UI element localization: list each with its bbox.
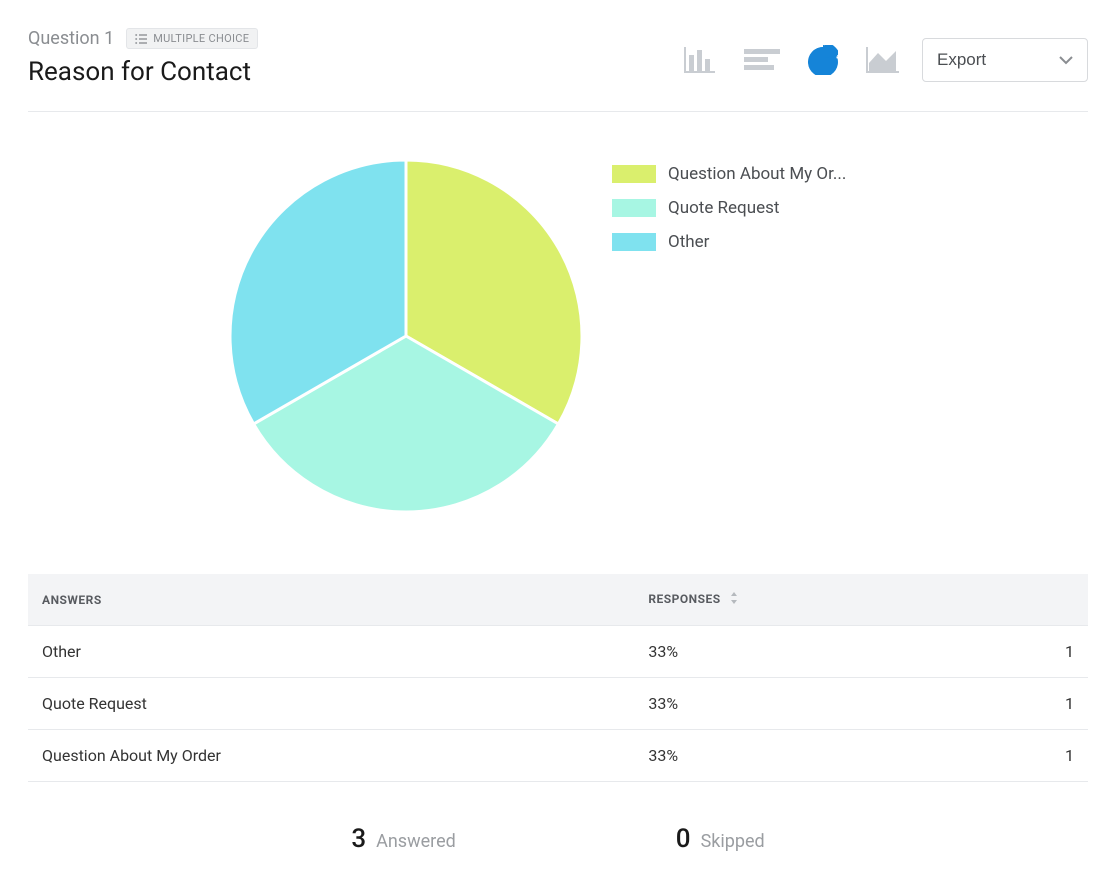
chart-area: Question About My Or... Quote Request Othe… — [28, 112, 1088, 554]
cell-pct: 33% — [634, 626, 979, 678]
skipped-summary: 0 Skipped — [676, 824, 765, 854]
question-type-badge: MULTIPLE CHOICE — [126, 28, 258, 49]
question-title: Reason for Contact — [28, 57, 258, 87]
legend-item[interactable]: Question About My Or... — [612, 164, 846, 184]
summary-row: 3 Answered 0 Skipped — [28, 782, 1088, 854]
chevron-down-icon — [1059, 56, 1073, 65]
legend-label: Other — [668, 232, 709, 252]
col-count — [980, 574, 1088, 626]
question-header-left: Question 1 MULTIPLE CHOICE Reason for Co… — [28, 28, 258, 87]
area-chart-icon[interactable] — [866, 47, 900, 73]
list-icon — [135, 34, 147, 44]
legend-item[interactable]: Quote Request — [612, 198, 846, 218]
cell-count: 1 — [980, 730, 1088, 782]
cell-answer: Other — [28, 626, 634, 678]
table-row: Other33%1 — [28, 626, 1088, 678]
cell-count: 1 — [980, 626, 1088, 678]
answered-label: Answered — [376, 831, 456, 852]
col-responses[interactable]: RESPONSES — [634, 574, 979, 626]
legend-item[interactable]: Other — [612, 232, 846, 252]
legend-swatch — [612, 165, 656, 183]
question-number: Question 1 — [28, 28, 114, 49]
skipped-label: Skipped — [701, 831, 765, 852]
cell-pct: 33% — [634, 678, 979, 730]
question-header-right: Export — [684, 28, 1088, 82]
answered-count: 3 — [351, 824, 366, 854]
cell-pct: 33% — [634, 730, 979, 782]
pie-chart-icon[interactable] — [808, 45, 838, 75]
legend-swatch — [612, 233, 656, 251]
table-row: Question About My Order33%1 — [28, 730, 1088, 782]
cell-answer: Quote Request — [28, 678, 634, 730]
col-responses-label: RESPONSES — [648, 592, 720, 606]
cell-count: 1 — [980, 678, 1088, 730]
answers-table-head-row: ANSWERS RESPONSES — [28, 574, 1088, 626]
legend-swatch — [612, 199, 656, 217]
chart-type-switcher — [684, 45, 900, 75]
skipped-count: 0 — [676, 824, 691, 854]
answers-table: ANSWERS RESPONSES Other33%1Quote Request… — [28, 574, 1088, 782]
answered-summary: 3 Answered — [351, 824, 455, 854]
question-label-row: Question 1 MULTIPLE CHOICE — [28, 28, 258, 49]
question-header: Question 1 MULTIPLE CHOICE Reason for Co… — [28, 28, 1088, 87]
cell-answer: Question About My Order — [28, 730, 634, 782]
legend-label: Question About My Or... — [668, 164, 846, 184]
export-button-label: Export — [937, 50, 986, 70]
pie-chart — [228, 158, 584, 514]
question-type-text: MULTIPLE CHOICE — [153, 32, 249, 45]
export-button[interactable]: Export — [922, 38, 1088, 82]
legend: Question About My Or... Quote Request Othe… — [612, 158, 846, 252]
horizontal-bar-icon[interactable] — [744, 49, 780, 71]
sort-icon — [730, 592, 738, 607]
table-row: Quote Request33%1 — [28, 678, 1088, 730]
legend-label: Quote Request — [668, 198, 779, 218]
col-answers: ANSWERS — [28, 574, 634, 626]
bar-chart-icon[interactable] — [684, 47, 716, 73]
